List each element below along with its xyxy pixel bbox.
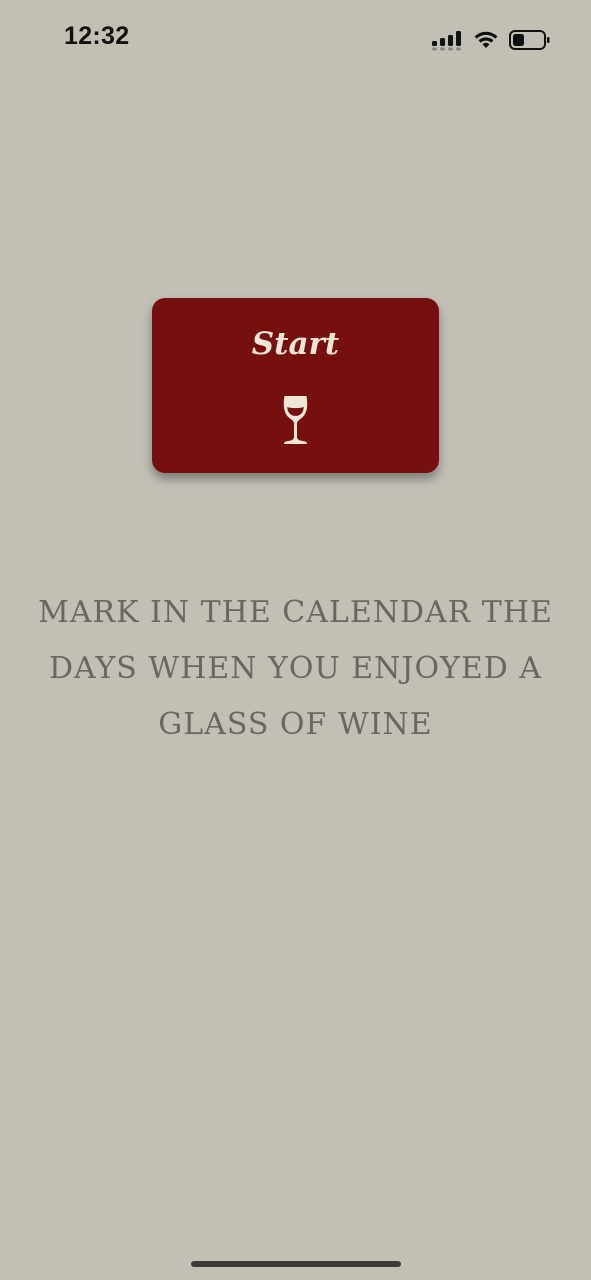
start-button[interactable]: Start [152,298,439,473]
status-bar: 12:32 [0,0,591,80]
wine-glass-icon [283,396,308,444]
wifi-icon [474,31,498,48]
start-label: Start [251,326,340,362]
battery-icon [509,30,550,50]
status-time: 12:32 [64,22,130,50]
signal-icon [432,31,461,51]
instruction-text: MARK IN THE CALENDAR THE DAYS WHEN YOU E… [38,595,553,742]
status-icons [431,27,551,53]
home-indicator[interactable] [191,1261,401,1267]
